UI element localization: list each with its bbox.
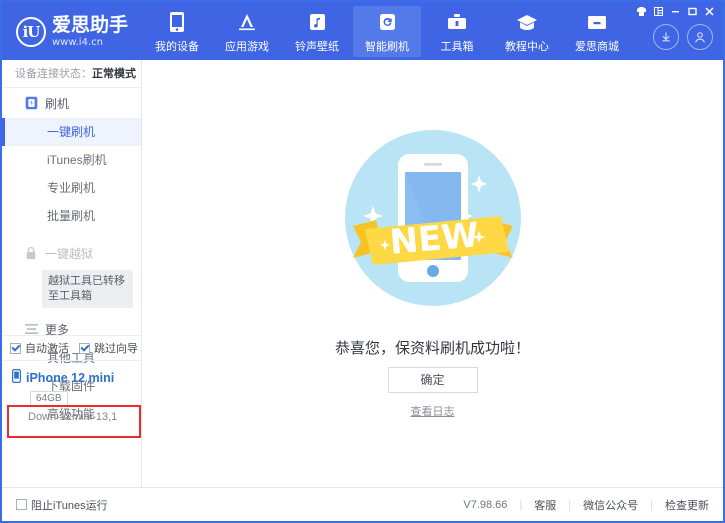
- checkbox-box: [79, 343, 90, 354]
- device-capacity-badge: 64GB: [30, 391, 68, 406]
- refresh-icon: [378, 10, 397, 34]
- music-icon: [308, 10, 327, 34]
- skip-wizard-label: 跳过向导: [94, 340, 138, 356]
- sidebar-item-pro-flash[interactable]: 专业刷机: [2, 174, 141, 202]
- auto-activate-checkbox[interactable]: 自动激活: [10, 340, 69, 356]
- lock-icon: [24, 246, 38, 260]
- download-icon[interactable]: [653, 24, 679, 50]
- store-icon: [586, 10, 608, 34]
- nav-label: 应用游戏: [225, 38, 269, 54]
- connection-status-label: 设备连接状态：: [15, 68, 92, 80]
- checkbox-box: [10, 343, 21, 354]
- header-actions: [653, 24, 713, 50]
- separator: |: [568, 499, 571, 511]
- auto-activate-label: 自动激活: [25, 340, 69, 356]
- ribbon-text: NEW: [388, 215, 480, 263]
- i4-assistant-window: iU 爱思助手 www.i4.cn 我的设备 应用游戏: [0, 0, 725, 523]
- device-name-label: iPhone 12 mini: [26, 371, 114, 385]
- skin-icon[interactable]: [634, 5, 649, 18]
- nav-item-smart-flash[interactable]: 智能刷机: [353, 6, 421, 57]
- nav-item-my-device[interactable]: 我的设备: [143, 6, 211, 57]
- app-header: iU 爱思助手 www.i4.cn 我的设备 应用游戏: [2, 2, 723, 60]
- connection-status-value: 正常模式: [92, 68, 136, 80]
- flash-options-row: 自动激活 跳过向导: [2, 335, 141, 361]
- sidebar-item-label: 一键刷机: [47, 125, 95, 139]
- block-itunes-checkbox[interactable]: 阻止iTunes运行: [16, 497, 108, 513]
- nav-item-apps-games[interactable]: 应用游戏: [213, 6, 281, 57]
- nav-label: 爱思商城: [575, 38, 619, 54]
- sidebar-item-label: 批量刷机: [47, 209, 95, 223]
- sidebar-bottom: 自动激活 跳过向导 iPhone 12 mini 64GB Down-12min…: [2, 335, 141, 429]
- nav-label: 我的设备: [155, 38, 199, 54]
- close-icon[interactable]: [702, 5, 717, 18]
- sidebar-group-flash[interactable]: 刷机: [2, 88, 141, 118]
- block-itunes-label: 阻止iTunes运行: [31, 497, 108, 513]
- sidebar-item-one-click-flash[interactable]: 一键刷机: [2, 118, 141, 146]
- phone-small-icon: [12, 369, 21, 386]
- nav-item-store[interactable]: 爱思商城: [563, 6, 631, 57]
- nav-label: 铃声壁纸: [295, 38, 339, 54]
- sidebar: 设备连接状态：正常模式 刷机 一键刷机 iTunes刷机 专业刷机 批量刷机 一…: [2, 60, 142, 487]
- nav-item-tutorial-center[interactable]: 教程中心: [493, 6, 561, 57]
- new-phone-badge-illustration: NEW: [343, 128, 523, 308]
- minimize-icon[interactable]: [668, 5, 683, 18]
- toolbox-icon: [446, 10, 468, 34]
- nav-label: 智能刷机: [365, 38, 409, 54]
- jailbreak-moved-tip: 越狱工具已转移至工具箱: [42, 270, 133, 308]
- connection-status: 设备连接状态：正常模式: [2, 60, 141, 88]
- main-nav: 我的设备 应用游戏 铃声壁纸 智能刷机: [142, 6, 632, 60]
- sidebar-group-jailbreak[interactable]: 一键越狱: [2, 238, 141, 268]
- flash-device-icon: [24, 96, 38, 110]
- customer-service-link[interactable]: 客服: [534, 497, 556, 513]
- skip-wizard-checkbox[interactable]: 跳过向导: [79, 340, 138, 356]
- success-message: 恭喜您，保资料刷机成功啦！: [142, 337, 723, 358]
- nav-item-toolbox[interactable]: 工具箱: [423, 6, 491, 57]
- confirm-button[interactable]: 确定: [388, 367, 478, 393]
- nav-item-ringtones-wallpaper[interactable]: 铃声壁纸: [283, 6, 351, 57]
- menu-icon[interactable]: [651, 5, 666, 18]
- maximize-icon[interactable]: [685, 5, 700, 18]
- sidebar-item-label: iTunes刷机: [47, 153, 107, 167]
- phone-icon: [169, 10, 185, 34]
- app-logo: iU 爱思助手 www.i4.cn: [16, 16, 128, 48]
- connected-device-info[interactable]: iPhone 12 mini 64GB Down-12mini-13,1: [2, 361, 141, 429]
- graduation-icon: [516, 10, 538, 34]
- logo-mark-icon: iU: [16, 17, 46, 47]
- window-controls: [634, 5, 717, 18]
- more-lines-icon: [24, 322, 38, 336]
- sidebar-group-label: 一键越狱: [45, 245, 93, 262]
- sidebar-item-itunes-flash[interactable]: iTunes刷机: [2, 146, 141, 174]
- device-model-label: Down-12mini-13,1: [28, 411, 141, 423]
- logo-url: www.i4.cn: [52, 38, 128, 48]
- appstore-icon: [236, 10, 258, 34]
- sidebar-item-label: 专业刷机: [47, 181, 95, 195]
- version-label: V7.98.66: [463, 499, 507, 511]
- main-content: NEW 恭喜您，保资料刷机成功啦！ 确定 查看日志: [142, 60, 723, 487]
- sidebar-group-label: 刷机: [45, 95, 69, 112]
- status-bar: 阻止iTunes运行 V7.98.66 | 客服 | 微信公众号 | 检查更新: [2, 487, 723, 521]
- separator: |: [650, 499, 653, 511]
- nav-label: 教程中心: [505, 38, 549, 54]
- logo-app-name: 爱思助手: [52, 16, 128, 35]
- separator: |: [519, 499, 522, 511]
- nav-label: 工具箱: [441, 38, 474, 54]
- check-update-link[interactable]: 检查更新: [665, 497, 709, 513]
- wechat-official-link[interactable]: 微信公众号: [583, 497, 638, 513]
- sidebar-item-batch-flash[interactable]: 批量刷机: [2, 202, 141, 230]
- checkbox-box: [16, 499, 27, 510]
- view-log-link[interactable]: 查看日志: [142, 403, 723, 419]
- account-icon[interactable]: [687, 24, 713, 50]
